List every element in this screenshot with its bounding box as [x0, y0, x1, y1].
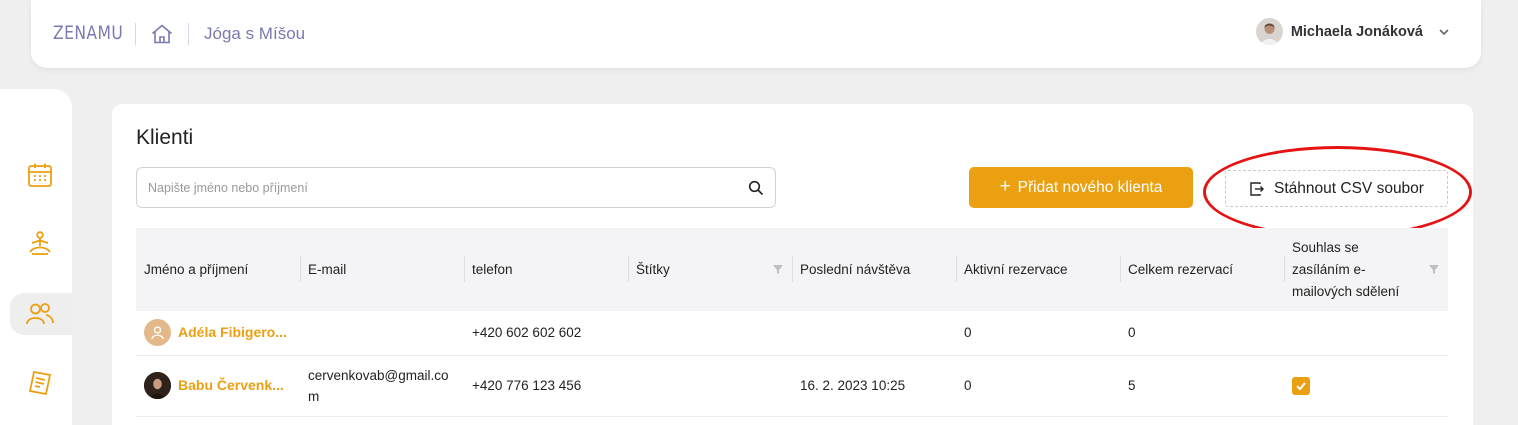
download-csv-button[interactable]: Stáhnout CSV soubor [1225, 170, 1448, 207]
cell-tags [628, 355, 792, 416]
avatar [1255, 18, 1283, 45]
clients-icon [26, 303, 54, 325]
client-name-link[interactable]: Adéla Fibigero... [178, 322, 287, 343]
sidebar-item-calendar[interactable] [22, 157, 58, 193]
column-header-last-visit[interactable]: Poslední návštěva [792, 228, 956, 311]
clients-table: Jméno a příjmení E-mail telefon Štítky P… [136, 228, 1448, 417]
export-icon [1250, 181, 1265, 196]
plus-icon: + [999, 175, 1011, 197]
cell-last-visit: 16. 2. 2023 10:25 [800, 378, 906, 393]
download-csv-label: Stáhnout CSV soubor [1274, 179, 1424, 197]
sidebar-item-clients[interactable] [22, 296, 58, 332]
column-header-email[interactable]: E-mail [300, 228, 464, 311]
cell-name[interactable]: Adéla Fibigero... [136, 311, 300, 355]
divider [135, 23, 136, 45]
cell-phone: +420 602 602 602 [472, 325, 582, 341]
avatar [144, 319, 171, 347]
filter-icon[interactable] [1428, 263, 1440, 275]
receipt-icon [28, 370, 52, 396]
logo[interactable]: ZENAMU [53, 22, 123, 44]
divider [188, 23, 189, 45]
cell-phone: +420 776 123 456 [472, 378, 582, 393]
top-bar: ZENAMU Jóga s Míšou Michaela Jonáková [31, 0, 1481, 68]
home-icon[interactable] [150, 22, 174, 46]
user-menu[interactable]: Michaela Jonáková [1255, 18, 1451, 45]
cell-total-reservations: 0 [1128, 325, 1136, 341]
user-name: Michaela Jonáková [1290, 23, 1423, 40]
cell-last-visit [792, 311, 956, 355]
search-icon[interactable] [748, 180, 764, 196]
table-row[interactable]: Adéla Fibigero... +420 602 602 602 0 0 [136, 311, 1448, 355]
page-title: Klienti [136, 126, 194, 149]
search-box[interactable] [136, 167, 776, 208]
breadcrumb[interactable]: Jóga s Míšou [204, 24, 305, 44]
column-header-email-consent[interactable]: Souhlas se zasíláním e-mailových sdělení [1284, 228, 1448, 311]
cell-email-consent [1284, 311, 1448, 355]
sidebar-item-payments[interactable] [22, 365, 58, 401]
cell-active-reservations: 0 [964, 325, 972, 341]
table-header-row: Jméno a příjmení E-mail telefon Štítky P… [136, 228, 1448, 311]
column-header-active-reservations[interactable]: Aktivní rezervace [956, 228, 1120, 311]
search-input[interactable] [137, 168, 727, 207]
table-row[interactable]: Babu Červenk... cervenkovab@gmail.com +4… [136, 355, 1448, 416]
clients-card: Klienti + Přidat nového klienta Stáhnout… [112, 104, 1473, 425]
client-name-link[interactable]: Babu Červenk... [178, 375, 284, 396]
column-header-phone[interactable]: telefon [464, 228, 628, 311]
add-client-label: Přidat nového klienta [1017, 178, 1163, 196]
cell-email-consent [1284, 355, 1448, 416]
cell-email: cervenkovab@gmail.com [308, 367, 449, 404]
sidebar [0, 89, 72, 425]
consent-checkbox[interactable] [1292, 376, 1310, 395]
yoga-icon [29, 231, 51, 255]
column-header-total-reservations[interactable]: Celkem rezervací [1120, 228, 1284, 311]
chevron-down-icon [1439, 28, 1449, 35]
column-header-name[interactable]: Jméno a příjmení [136, 228, 300, 311]
cell-active-reservations: 0 [964, 378, 972, 393]
calendar-icon [28, 163, 52, 187]
check-icon [1296, 381, 1306, 390]
cell-email [300, 311, 464, 355]
user-icon [151, 326, 164, 340]
filter-icon[interactable] [772, 263, 784, 275]
column-header-tags[interactable]: Štítky [628, 228, 792, 311]
cell-name[interactable]: Babu Červenk... [136, 355, 300, 416]
cell-tags [628, 311, 792, 355]
add-client-button[interactable]: + Přidat nového klienta [969, 167, 1193, 208]
cell-total-reservations: 5 [1128, 378, 1136, 393]
avatar [144, 372, 171, 399]
sidebar-item-lessons[interactable] [22, 226, 58, 262]
